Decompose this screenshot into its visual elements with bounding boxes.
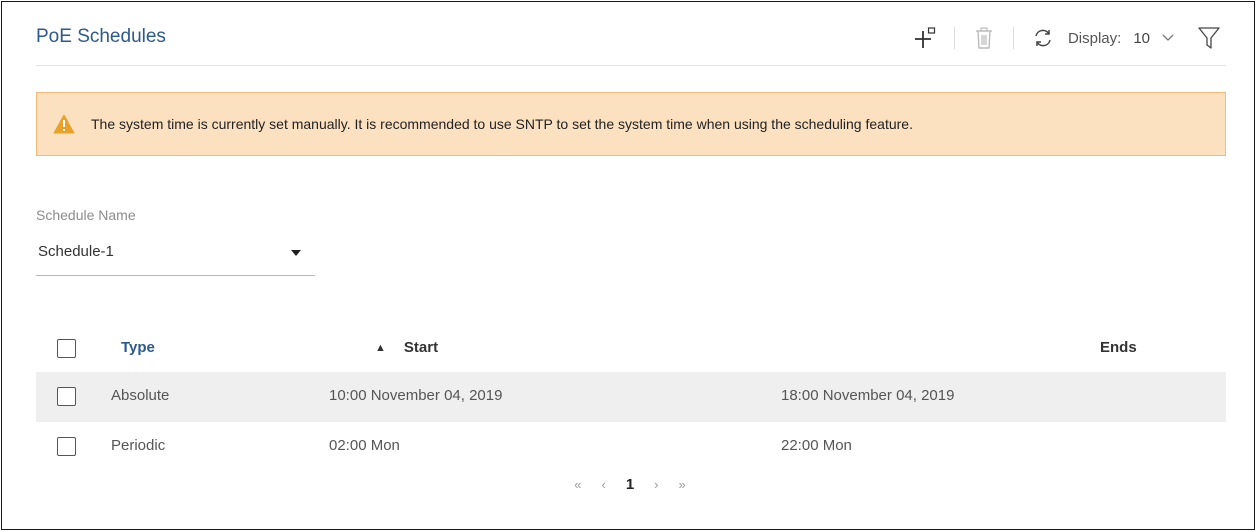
last-page-button[interactable]: »	[679, 477, 686, 492]
toolbar: Display: 10	[908, 22, 1226, 54]
toolbar-divider	[953, 27, 955, 49]
page-header: PoE Schedules Display: 10	[36, 16, 1226, 66]
refresh-icon	[1035, 29, 1051, 47]
column-header-start-label: Start	[403, 339, 439, 356]
page-title: PoE Schedules	[36, 26, 166, 47]
column-header-type[interactable]: Type	[121, 339, 155, 356]
warning-alert: The system time is currently set manuall…	[36, 92, 1226, 156]
display-count-value: 10	[1133, 29, 1150, 47]
column-header-ends[interactable]: Ends	[1100, 339, 1137, 356]
cell-ends: 22:00 Mon	[781, 437, 852, 454]
column-header-start[interactable]: ▲ Start	[375, 339, 438, 356]
row-checkbox[interactable]	[57, 387, 76, 406]
table-row[interactable]: Periodic 02:00 Mon 22:00 Mon	[36, 422, 1226, 472]
row-checkbox[interactable]	[57, 437, 76, 456]
cell-start: 02:00 Mon	[329, 437, 400, 454]
display-count-select[interactable]: 10	[1133, 30, 1174, 47]
current-page[interactable]: 1	[626, 476, 634, 493]
delete-button[interactable]	[967, 23, 1001, 53]
caret-down-icon	[291, 250, 301, 256]
page-frame: PoE Schedules Display: 10 The system tim…	[1, 1, 1255, 530]
table-row[interactable]: Absolute 10:00 November 04, 2019 18:00 N…	[36, 372, 1226, 422]
table-header: Type ▲ Start Ends	[36, 324, 1226, 372]
prev-page-button[interactable]: ‹	[601, 477, 605, 492]
warning-icon	[53, 113, 75, 135]
schedule-table: Type ▲ Start Ends Absolute 10:00 Novembe…	[36, 324, 1226, 472]
cell-ends: 18:00 November 04, 2019	[781, 387, 955, 404]
trash-icon	[975, 27, 992, 49]
schedule-name-value: Schedule-1	[38, 243, 114, 260]
display-label: Display:	[1067, 29, 1122, 47]
add-icon	[914, 27, 936, 48]
schedule-name-label: Schedule Name	[36, 207, 136, 223]
next-page-button[interactable]: ›	[654, 477, 658, 492]
cell-type: Periodic	[111, 437, 166, 454]
refresh-button[interactable]	[1026, 23, 1060, 53]
alert-message: The system time is currently set manuall…	[91, 116, 913, 132]
add-button[interactable]	[908, 23, 942, 53]
sort-ascending-icon: ▲	[375, 341, 386, 354]
chevron-down-icon	[1162, 34, 1174, 41]
cell-type: Absolute	[111, 387, 170, 404]
filter-button[interactable]	[1192, 23, 1226, 53]
cell-start: 10:00 November 04, 2019	[329, 387, 503, 404]
first-page-button[interactable]: «	[574, 477, 581, 492]
filter-icon	[1198, 27, 1220, 49]
select-all-checkbox[interactable]	[57, 339, 76, 358]
pagination: « ‹ 1 › »	[2, 476, 1256, 493]
schedule-name-select[interactable]: Schedule-1	[36, 234, 315, 276]
toolbar-divider	[1012, 27, 1014, 49]
